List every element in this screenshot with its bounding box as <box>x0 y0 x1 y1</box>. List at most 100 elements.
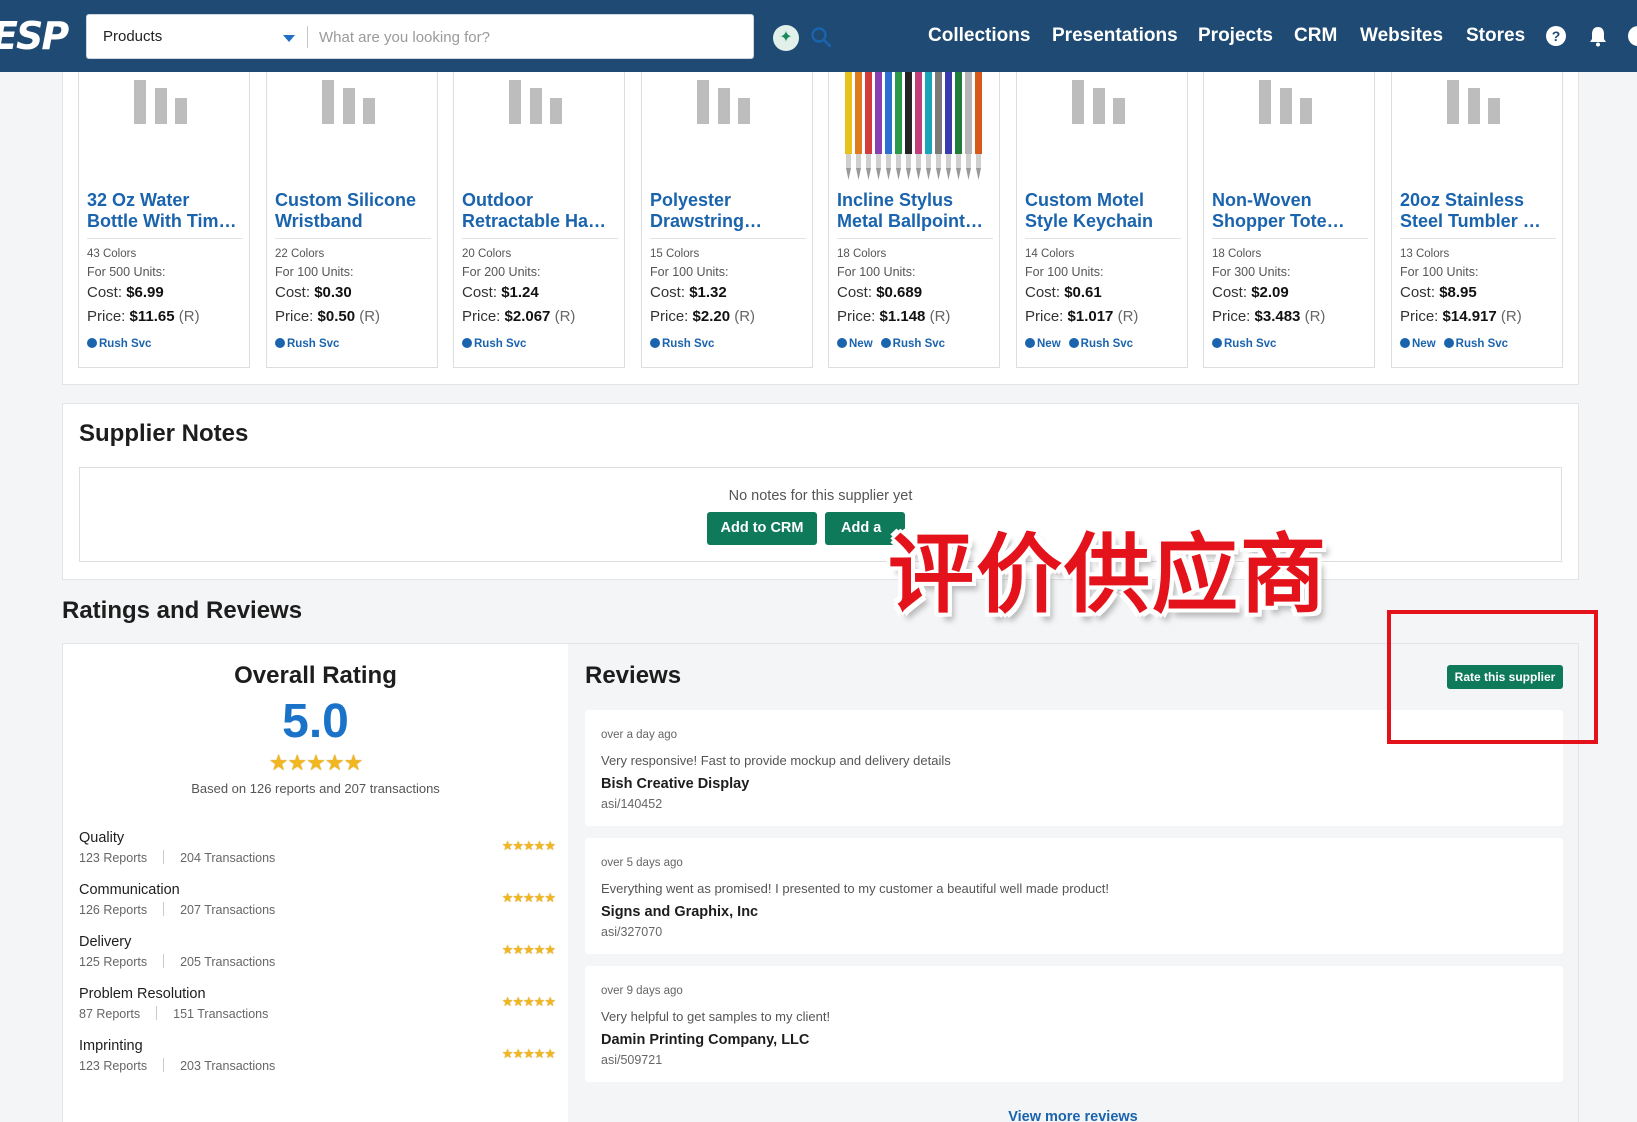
review-text: Everything went as promised! I presented… <box>601 881 1109 896</box>
review-company[interactable]: Signs and Graphix, Inc <box>601 904 758 920</box>
nav-collections[interactable]: Collections <box>928 25 1030 47</box>
placeholder-bar <box>550 98 562 124</box>
new-badge: New <box>849 338 873 350</box>
product-units: For 100 Units: <box>650 265 729 279</box>
product-badges: New Rush Svc <box>1400 338 1508 350</box>
chevron-down-icon[interactable] <box>283 35 295 42</box>
nav-crm[interactable]: CRM <box>1294 25 1337 47</box>
product-name[interactable]: Custom Motel Style Keychain <box>1025 190 1181 232</box>
star-rating-icon: ★★★★★ <box>268 750 364 775</box>
rating-row-transactions: 204 Transactions <box>180 851 276 865</box>
product-name[interactable]: 32 Oz Water Bottle With Tim… <box>87 190 243 232</box>
product-divider <box>275 238 431 239</box>
placeholder-bar <box>1280 88 1292 124</box>
product-badges: Rush Svc <box>1212 338 1276 350</box>
product-colors: 18 Colors <box>1212 248 1262 260</box>
bell-icon[interactable] <box>1588 25 1608 47</box>
product-badges: Rush Svc <box>462 338 526 350</box>
product-card[interactable]: Custom Motel Style Keychain 14 Colors For 1… <box>1016 72 1188 368</box>
product-colors: 18 Colors <box>837 248 887 260</box>
rush-service-badge: Rush Svc <box>99 338 152 350</box>
product-name-line: Steel Tumbler … <box>1400 211 1541 231</box>
placeholder-bar <box>1300 98 1312 124</box>
placeholder-bar <box>530 88 542 124</box>
rating-row-quality: Quality 123 Reports 204 Transactions ★★★★… <box>79 830 556 870</box>
placeholder-bar <box>363 98 375 124</box>
product-card[interactable]: 20oz Stainless Steel Tumbler … 13 Colors Fo… <box>1391 72 1563 368</box>
review-time: over a day ago <box>601 729 678 741</box>
nav-stores[interactable]: Stores <box>1466 25 1525 47</box>
product-name[interactable]: Incline Stylus Metal Ballpoint… <box>837 190 993 232</box>
rating-row-imprinting: Imprinting 123 Reports 203 Transactions ★… <box>79 1038 556 1078</box>
product-name[interactable]: 20oz Stainless Steel Tumbler … <box>1400 190 1556 232</box>
product-name-line: Incline Stylus <box>837 190 954 210</box>
ai-sparkle-icon[interactable]: ✦ <box>773 25 799 51</box>
product-name[interactable]: Non-Woven Shopper Tote… <box>1212 190 1368 232</box>
nav-projects[interactable]: Projects <box>1198 25 1273 47</box>
product-colors: 14 Colors <box>1025 248 1075 260</box>
review-company[interactable]: Damin Printing Company, LLC <box>601 1032 809 1048</box>
help-icon[interactable]: ? <box>1546 26 1566 46</box>
review-time: over 9 days ago <box>601 985 683 997</box>
product-name-line: Bottle With Tim… <box>87 211 237 231</box>
price-code: (R) <box>925 308 951 325</box>
review-company[interactable]: Bish Creative Display <box>601 776 749 792</box>
meta-divider <box>156 1006 158 1020</box>
image-placeholder-icon <box>642 72 812 182</box>
overall-rating-basis: Based on 126 reports and 207 transaction… <box>191 781 440 796</box>
product-price: Price: $0.50 (R) <box>275 308 381 325</box>
stopwatch-icon <box>1212 338 1222 348</box>
rating-row-reports: 87 Reports <box>79 1007 141 1021</box>
product-cost: Cost: $6.99 <box>87 284 164 301</box>
product-name[interactable]: Custom Silicone Wristband <box>275 190 431 232</box>
product-cost: Cost: $1.32 <box>650 284 727 301</box>
placeholder-bar <box>1468 88 1480 124</box>
nav-websites[interactable]: Websites <box>1360 25 1443 47</box>
product-card[interactable]: Outdoor Retractable Ha… 20 Colors For 200 U… <box>453 72 625 368</box>
product-colors: 13 Colors <box>1400 248 1450 260</box>
rating-row-transactions: 151 Transactions <box>173 1007 269 1021</box>
search-input[interactable] <box>319 24 759 50</box>
product-price-value: $1.148 <box>879 308 926 325</box>
price-code: (R) <box>1496 308 1522 325</box>
product-name[interactable]: Polyester Drawstring… <box>650 190 806 232</box>
product-cost-value: $0.30 <box>314 284 352 301</box>
placeholder-bar <box>1488 98 1500 124</box>
image-placeholder-icon <box>1204 72 1374 182</box>
placeholder-bar <box>1447 80 1459 124</box>
product-cost: Cost: $1.24 <box>462 284 539 301</box>
product-divider <box>837 238 993 239</box>
review-asi-number: asi/327070 <box>601 925 663 939</box>
new-badge: New <box>1412 338 1436 350</box>
nav-presentations[interactable]: Presentations <box>1052 25 1178 47</box>
product-name-line: Polyester <box>650 190 732 210</box>
product-name-line: Wristband <box>275 211 363 231</box>
product-name[interactable]: Outdoor Retractable Ha… <box>462 190 618 232</box>
product-price-value: $11.65 <box>129 308 175 325</box>
product-card[interactable]: Custom Silicone Wristband 22 Colors For 100… <box>266 72 438 368</box>
review-asi-number: asi/140452 <box>601 797 663 811</box>
product-divider <box>1400 238 1556 239</box>
product-card[interactable]: Polyester Drawstring… 15 Colors For 100 Uni… <box>641 72 813 368</box>
meta-divider <box>163 902 165 916</box>
product-card[interactable]: 32 Oz Water Bottle With Tim… 43 Colors For … <box>78 72 250 368</box>
rating-row-label: Quality <box>79 830 125 846</box>
search-icon[interactable] <box>809 25 833 49</box>
product-cost: Cost: $2.09 <box>1212 284 1289 301</box>
search-bar: Products ✦ <box>86 14 832 59</box>
add-to-crm-button[interactable]: Add to CRM <box>707 512 817 545</box>
search-category-select[interactable]: Products <box>103 28 162 45</box>
view-more-reviews-link[interactable]: View more reviews <box>568 1109 1578 1122</box>
overlay-caption: 评价供应商 <box>888 525 1328 625</box>
product-price-value: $2.067 <box>504 308 551 325</box>
star-rating-icon: ★★★★★ <box>501 994 556 1009</box>
esp-logo[interactable]: ESP <box>0 14 69 58</box>
rating-row-label: Imprinting <box>79 1038 143 1054</box>
placeholder-bar <box>155 88 167 124</box>
product-card[interactable]: Non-Woven Shopper Tote… 18 Colors For 300 U… <box>1203 72 1375 368</box>
new-badge: New <box>1037 338 1061 350</box>
product-card[interactable]: Incline Stylus Metal Ballpoint… 18 Colors F… <box>828 72 1000 368</box>
rating-row-transactions: 207 Transactions <box>180 903 276 917</box>
user-icon[interactable] <box>1628 26 1637 46</box>
product-cost-value: $2.09 <box>1251 284 1289 301</box>
